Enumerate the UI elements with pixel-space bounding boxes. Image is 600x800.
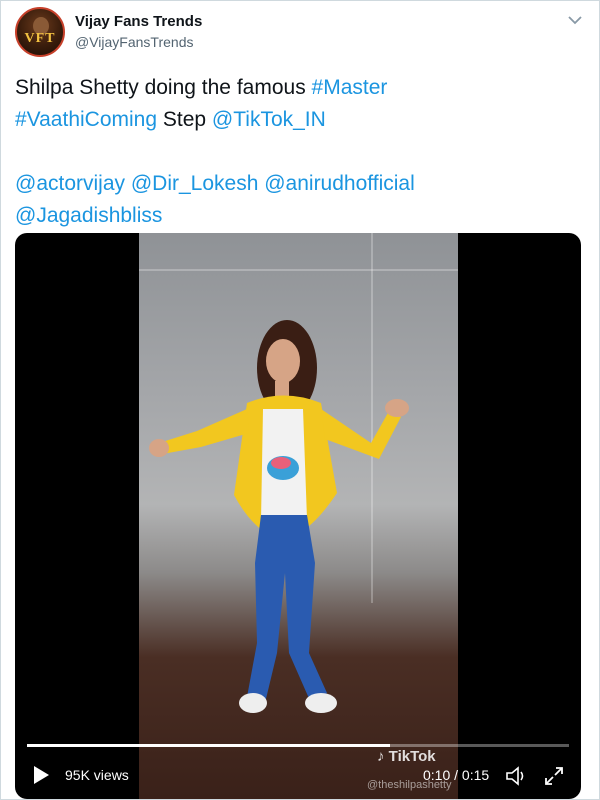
tweet-card: VFT Vijay Fans Trends @VijayFansTrends S… [0, 0, 600, 800]
play-icon[interactable] [31, 765, 51, 785]
mention-tiktok-in[interactable]: @TikTok_IN [212, 108, 326, 131]
hashtag-vaathicoming[interactable]: #VaathiComing [15, 108, 157, 131]
avatar[interactable]: VFT [15, 7, 65, 57]
view-count: 95K views [65, 767, 129, 783]
video-controls: 95K views 0:10 / 0:15 [15, 751, 581, 799]
fullscreen-icon[interactable] [543, 765, 565, 787]
author-handle[interactable]: @VijayFansTrends [75, 34, 193, 50]
volume-icon[interactable] [505, 765, 527, 787]
hashtag-master[interactable]: #Master [312, 76, 388, 99]
video-player[interactable]: ♪ TikTok @theshilpashetty 95K views 0:10… [15, 233, 581, 799]
mentions-line-2[interactable]: @Jagadishbliss [15, 200, 585, 232]
author-name[interactable]: Vijay Fans Trends [75, 13, 202, 30]
progress-fill [27, 744, 391, 747]
tweet-text: Shilpa Shetty doing the famous #Master #… [15, 72, 585, 232]
progress-bar[interactable] [27, 744, 569, 747]
avatar-logo: VFT [24, 31, 56, 46]
video-time: 0:10 / 0:15 [423, 767, 490, 783]
dancer-figure [149, 320, 409, 713]
tweet-text-segment: Shilpa Shetty doing the famous [15, 76, 312, 99]
tweet-text-segment: Step [157, 108, 212, 131]
chevron-down-icon[interactable] [567, 13, 583, 27]
mentions-line-1[interactable]: @actorvijay @Dir_Lokesh @anirudhofficial [15, 168, 585, 200]
tweet-line-2: #VaathiComing Step @TikTok_IN [15, 104, 585, 136]
tweet-line-1: Shilpa Shetty doing the famous #Master [15, 72, 585, 104]
video-frame[interactable] [139, 233, 458, 799]
